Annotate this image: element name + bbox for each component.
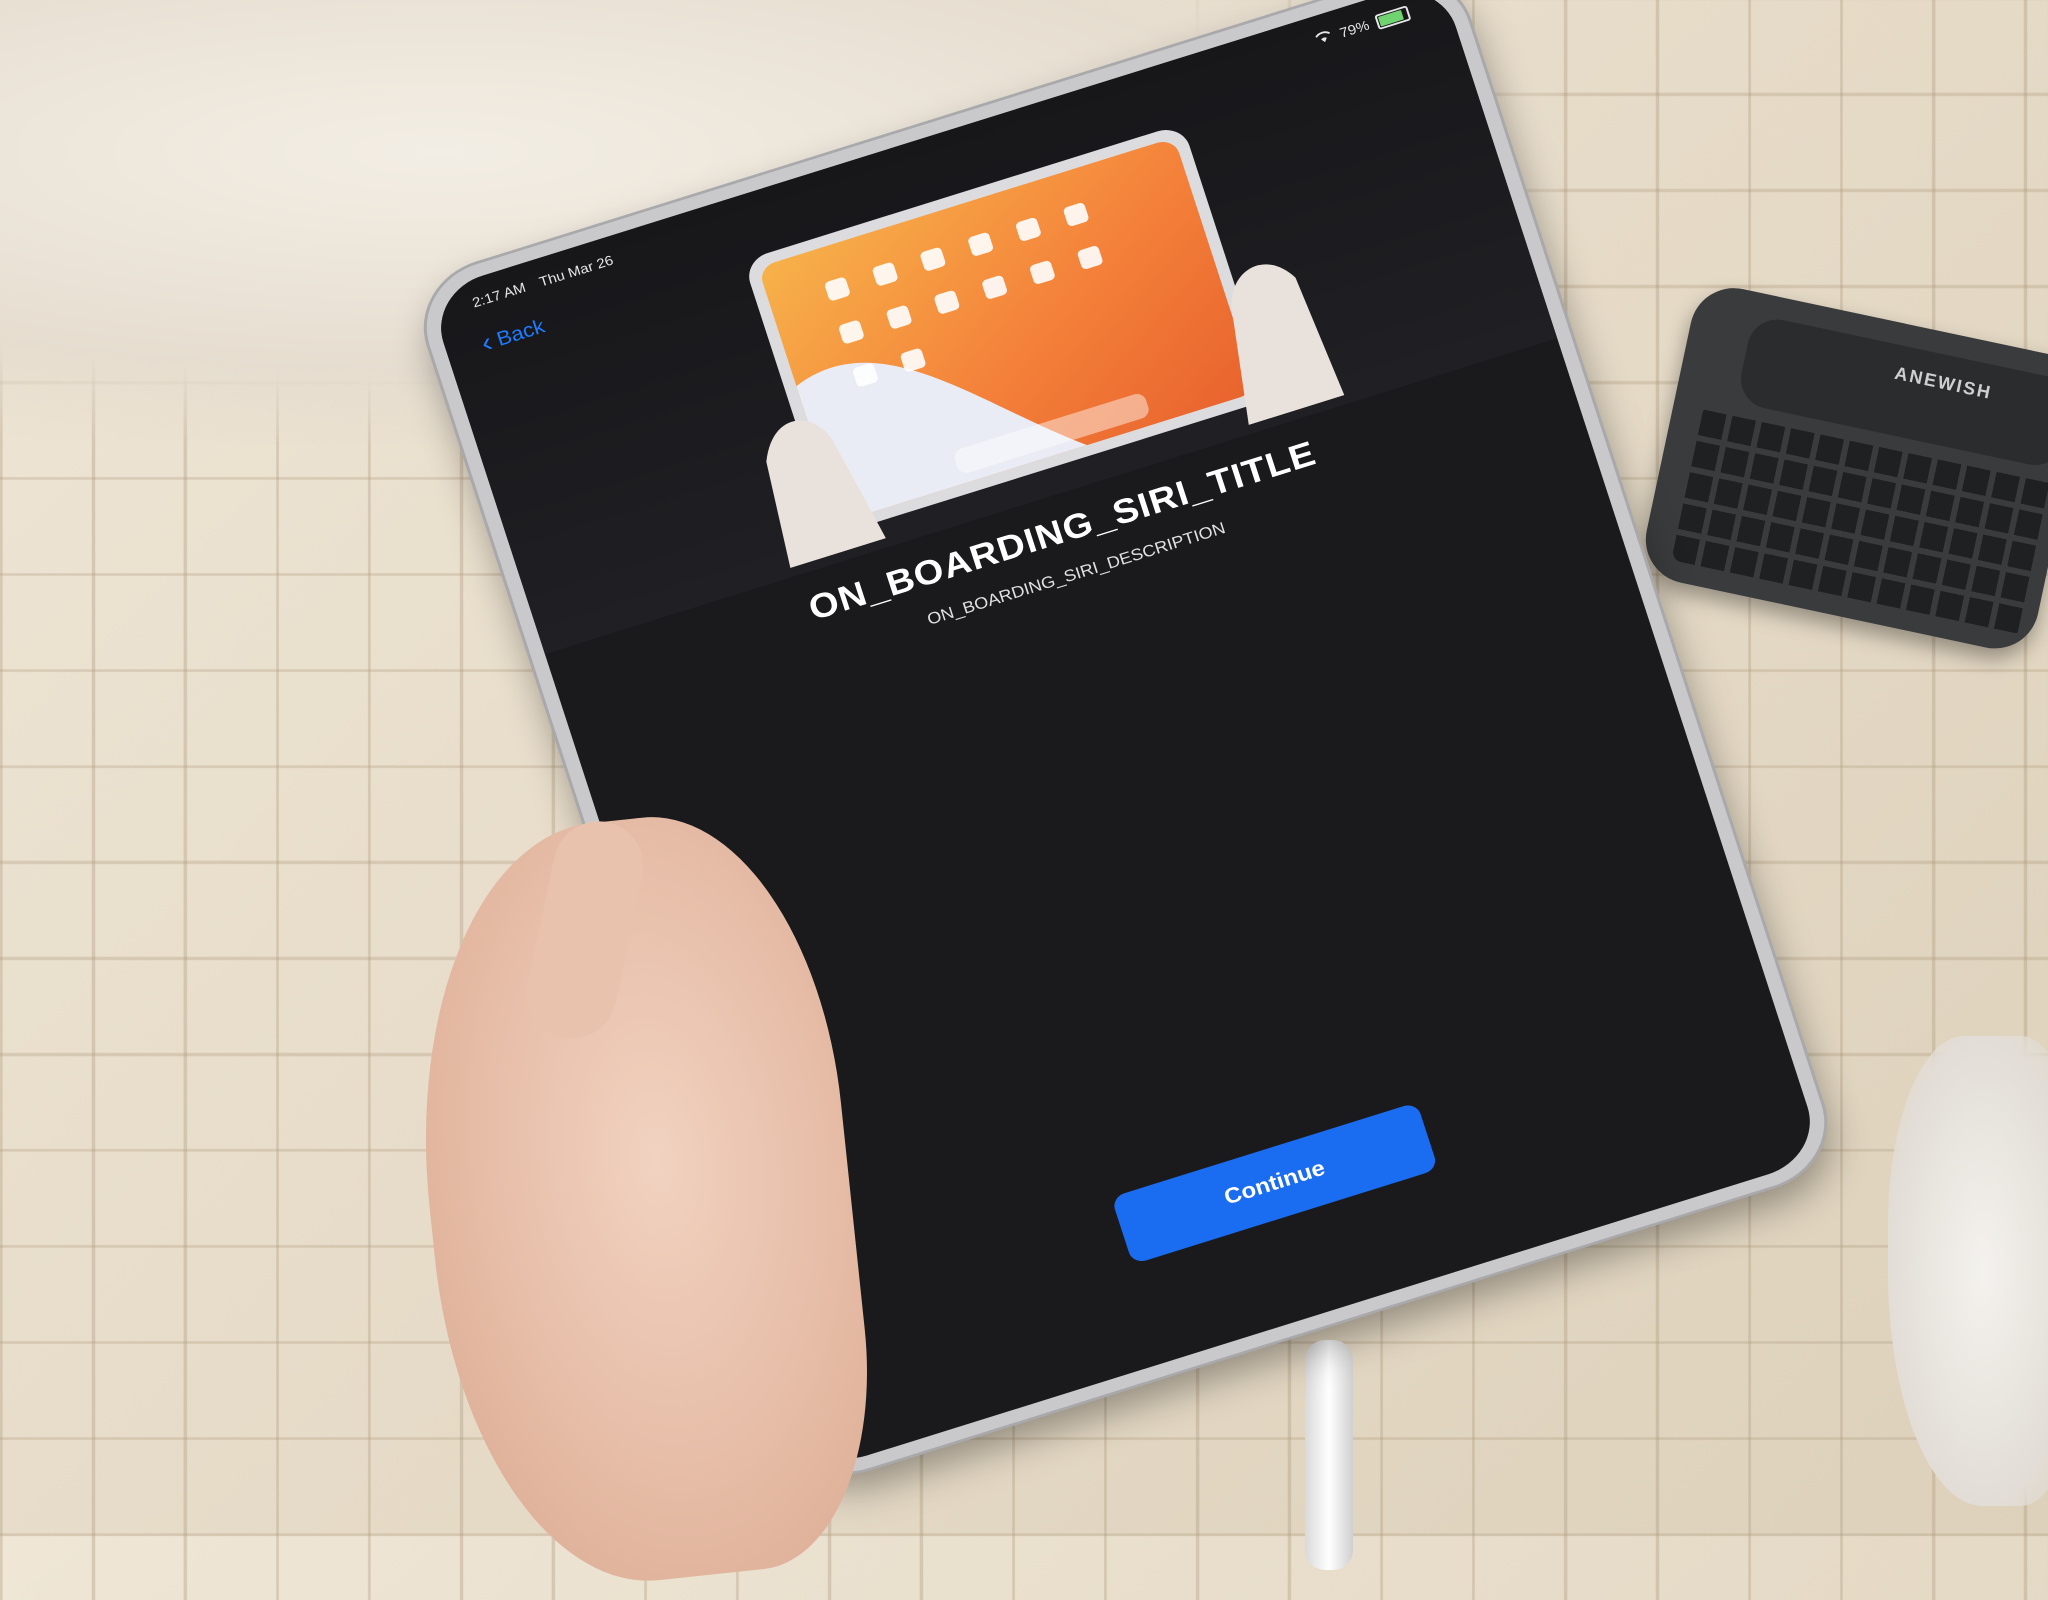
back-button[interactable]: ‹ Back bbox=[477, 314, 548, 359]
status-right: 79% bbox=[1313, 4, 1412, 49]
ipad-device: 2:17 AM Thu Mar 26 79% ‹ Back ON_BOARDIN… bbox=[0, 0, 2048, 1536]
battery-icon bbox=[1374, 4, 1412, 30]
status-date: Thu Mar 26 bbox=[537, 252, 616, 291]
chevron-left-icon: ‹ bbox=[477, 327, 497, 359]
continue-label: Continue bbox=[1221, 1155, 1329, 1210]
continue-button[interactable]: Continue bbox=[1111, 1102, 1439, 1265]
battery-percent: 79% bbox=[1337, 17, 1372, 41]
wifi-icon bbox=[1313, 28, 1335, 49]
status-time: 2:17 AM bbox=[470, 280, 528, 312]
back-label: Back bbox=[493, 314, 548, 351]
